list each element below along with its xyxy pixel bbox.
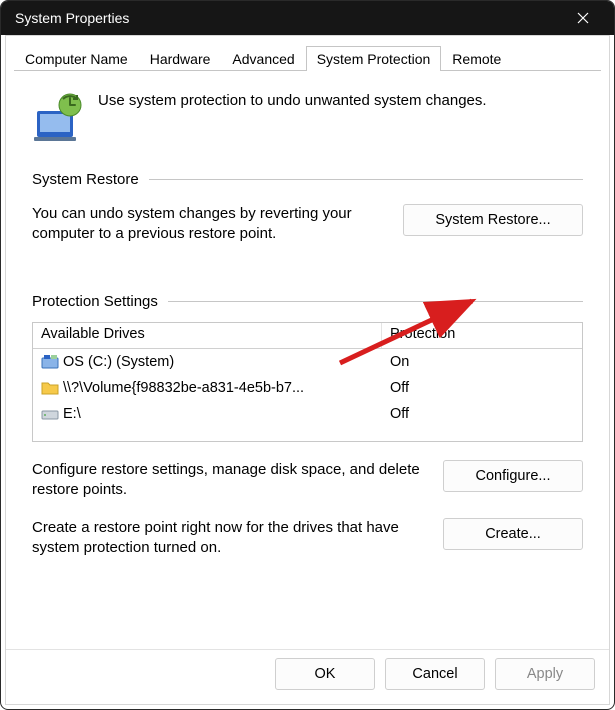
system-restore-description: You can undo system changes by reverting… xyxy=(32,204,385,245)
ok-button[interactable]: OK xyxy=(275,658,375,690)
window-frame: System Properties Computer Name Hardware… xyxy=(0,0,615,710)
table-row[interactable]: E:\ Off xyxy=(33,401,582,427)
disk-icon xyxy=(41,405,59,423)
table-spacer xyxy=(33,427,582,441)
folder-icon xyxy=(41,379,59,397)
group-header-system-restore: System Restore xyxy=(32,171,583,188)
titlebar: System Properties xyxy=(1,1,614,35)
drive-table-header: Available Drives Protection xyxy=(33,323,582,349)
tab-content: Use system protection to undo unwanted s… xyxy=(6,71,609,649)
group-label-protection-settings: Protection Settings xyxy=(32,293,168,310)
column-header-drives[interactable]: Available Drives xyxy=(33,323,382,348)
table-row[interactable]: \\?\Volume{f98832be-a831-4e5b-b7... Off xyxy=(33,375,582,401)
window-title: System Properties xyxy=(15,10,560,26)
tab-system-protection[interactable]: System Protection xyxy=(306,46,442,71)
drive-name: E:\ xyxy=(63,406,81,422)
group-system-restore: System Restore You can undo system chang… xyxy=(32,171,583,245)
system-restore-button[interactable]: System Restore... xyxy=(403,204,583,236)
group-header-protection-settings: Protection Settings xyxy=(32,293,583,310)
tab-hardware[interactable]: Hardware xyxy=(139,46,222,71)
cancel-button[interactable]: Cancel xyxy=(385,658,485,690)
tab-advanced[interactable]: Advanced xyxy=(221,46,305,71)
drive-protection: Off xyxy=(382,404,582,424)
group-protection-settings: Protection Settings Available Drives Pro… xyxy=(32,293,583,559)
intro-row: Use system protection to undo unwanted s… xyxy=(32,89,583,143)
intro-text: Use system protection to undo unwanted s… xyxy=(98,89,487,111)
drive-name: \\?\Volume{f98832be-a831-4e5b-b7... xyxy=(63,380,304,396)
tab-remote[interactable]: Remote xyxy=(441,46,512,71)
drive-protection: On xyxy=(382,352,582,372)
configure-row: Configure restore settings, manage disk … xyxy=(32,460,583,501)
group-line xyxy=(168,301,583,302)
system-protection-icon xyxy=(32,91,84,143)
drive-protection: Off xyxy=(382,378,582,398)
group-label-system-restore: System Restore xyxy=(32,171,149,188)
os-drive-icon xyxy=(41,353,59,371)
system-restore-row: You can undo system changes by reverting… xyxy=(32,204,583,245)
close-button[interactable] xyxy=(560,1,606,35)
drive-name: OS (C:) (System) xyxy=(63,354,174,370)
tab-computer-name[interactable]: Computer Name xyxy=(14,46,139,71)
inner-panel: Computer Name Hardware Advanced System P… xyxy=(5,35,610,705)
table-row[interactable]: OS (C:) (System) On xyxy=(33,349,582,375)
apply-button[interactable]: Apply xyxy=(495,658,595,690)
create-description: Create a restore point right now for the… xyxy=(32,518,429,559)
group-line xyxy=(149,179,583,180)
configure-button[interactable]: Configure... xyxy=(443,460,583,492)
drive-table: Available Drives Protection OS (C:) (Sys… xyxy=(32,322,583,442)
tab-strip: Computer Name Hardware Advanced System P… xyxy=(6,36,609,71)
column-header-protection[interactable]: Protection xyxy=(382,323,582,348)
configure-description: Configure restore settings, manage disk … xyxy=(32,460,429,501)
dialog-button-bar: OK Cancel Apply xyxy=(6,649,609,704)
create-row: Create a restore point right now for the… xyxy=(32,518,583,559)
create-button[interactable]: Create... xyxy=(443,518,583,550)
close-icon xyxy=(577,12,589,24)
